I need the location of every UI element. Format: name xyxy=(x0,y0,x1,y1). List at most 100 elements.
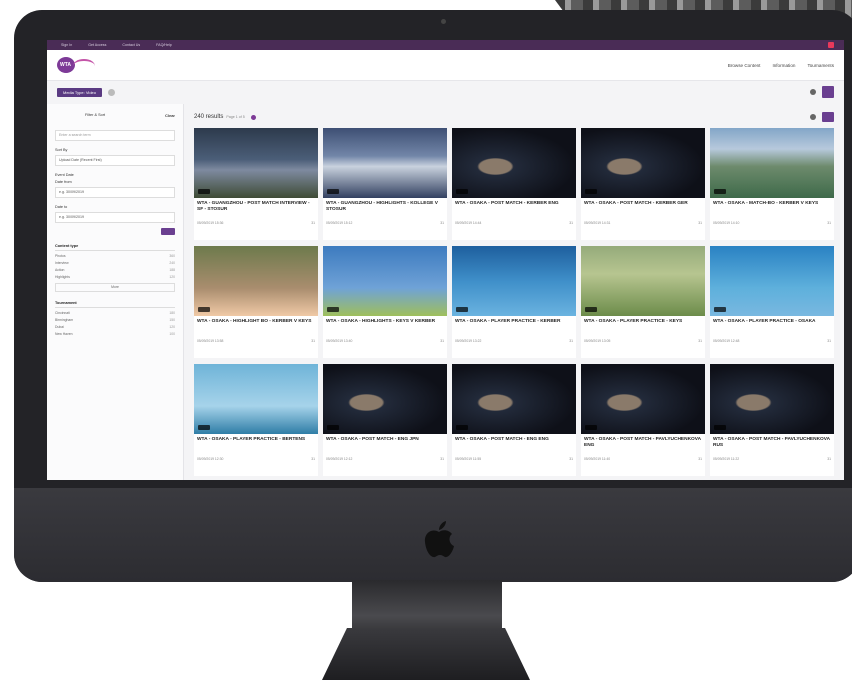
card-title[interactable]: WTA - OSAKA - PLAYER PRACTICE - KEYS xyxy=(581,316,705,337)
card-meta: 05/09/2019 12:48 31 xyxy=(710,337,834,345)
card-title[interactable]: WTA - OSAKA - POST MATCH - KERBER ENG xyxy=(452,198,576,219)
card-title[interactable]: WTA - OSAKA - POST MATCH - PAVLYUCHENKOV… xyxy=(710,434,834,455)
clear-icon[interactable] xyxy=(108,88,115,96)
card-date: 05/09/2019 14:31 xyxy=(584,221,611,225)
card-title[interactable]: WTA - GUANGZHOU - POST MATCH INTERVIEW -… xyxy=(194,198,318,219)
media-type-button[interactable]: Media Type: Video xyxy=(57,87,102,97)
filter-row[interactable]: New Haven 100 xyxy=(55,332,175,336)
video-thumbnail[interactable] xyxy=(710,246,834,316)
card-title[interactable]: WTA - OSAKA - POST MATCH - ENG ENG xyxy=(452,434,576,455)
topbar-link-faq[interactable]: FAQ/Help xyxy=(156,43,172,47)
card-date: 05/09/2019 11:55 xyxy=(455,457,482,461)
media-card[interactable]: WTA - OSAKA - HIGHLIGHTS - KEYS V KERBER… xyxy=(323,246,447,358)
video-thumbnail[interactable] xyxy=(710,364,834,434)
card-title[interactable]: WTA - OSAKA - MATCH-BO - KERBER V KEYS xyxy=(710,198,834,219)
filter-row[interactable]: Interview 240 xyxy=(55,261,175,265)
media-card[interactable]: WTA - OSAKA - PLAYER PRACTICE - BERTENS 0… xyxy=(194,364,318,476)
date-from-input[interactable]: e.g. 30/09/2019 xyxy=(55,187,175,198)
card-title[interactable]: WTA - OSAKA - POST MATCH - ENG JPN xyxy=(323,434,447,455)
search-button[interactable] xyxy=(822,86,834,98)
video-thumbnail[interactable] xyxy=(452,246,576,316)
video-thumbnail[interactable] xyxy=(323,246,447,316)
grid-view-button[interactable] xyxy=(822,112,834,122)
media-card[interactable]: WTA - OSAKA - MATCH-BO - KERBER V KEYS 05… xyxy=(710,128,834,240)
media-card[interactable]: WTA - OSAKA - POST MATCH - KERBER ENG 05/… xyxy=(452,128,576,240)
filter-label: Action xyxy=(55,268,65,272)
info-icon[interactable] xyxy=(250,114,256,120)
topbar-link-contact[interactable]: Contact Us xyxy=(122,43,140,47)
options-icon[interactable] xyxy=(810,89,816,95)
media-card[interactable]: WTA - OSAKA - POST MATCH - ENG ENG 05/09/… xyxy=(452,364,576,476)
card-count: 31 xyxy=(569,457,573,461)
card-title[interactable]: WTA - OSAKA - POST MATCH - PAVLYUCHENKOV… xyxy=(581,434,705,455)
list-view-icon[interactable] xyxy=(810,114,816,120)
filter-row[interactable]: Birmingham 150 xyxy=(55,318,175,322)
card-count: 31 xyxy=(827,457,831,461)
content-type-title[interactable]: Content type xyxy=(55,244,175,251)
card-count: 31 xyxy=(827,221,831,225)
card-title[interactable]: WTA - OSAKA - HIGHLIGHT BO - KERBER V KE… xyxy=(194,316,318,337)
sort-by-select[interactable]: Upload Date (Recent First) xyxy=(55,155,175,166)
filter-count: 188 xyxy=(169,268,175,272)
video-thumbnail[interactable] xyxy=(194,128,318,198)
filter-sidebar: Filter & Sort Clear Enter a search term … xyxy=(47,104,184,480)
card-date: 05/09/2019 13:40 xyxy=(326,339,353,343)
nav-tournaments[interactable]: Tournaments xyxy=(807,63,834,68)
card-date: 05/09/2019 13:58 xyxy=(197,339,224,343)
media-card[interactable]: WTA - OSAKA - POST MATCH - KERBER GER 05/… xyxy=(581,128,705,240)
video-thumbnail[interactable] xyxy=(452,128,576,198)
more-button[interactable]: More xyxy=(55,283,175,292)
media-card[interactable]: WTA - OSAKA - HIGHLIGHT BO - KERBER V KE… xyxy=(194,246,318,358)
card-title[interactable]: WTA - OSAKA - HIGHLIGHTS - KEYS V KERBER xyxy=(323,316,447,337)
media-card[interactable]: WTA - GUANGZHOU - POST MATCH INTERVIEW -… xyxy=(194,128,318,240)
filter-label: Birmingham xyxy=(55,318,74,322)
video-thumbnail[interactable] xyxy=(581,364,705,434)
nav-browse-content[interactable]: Browse Content xyxy=(728,63,761,68)
date-to-input[interactable]: e.g. 30/09/2019 xyxy=(55,212,175,223)
clear-filters-link[interactable]: Clear xyxy=(165,113,175,118)
play-badge-icon xyxy=(456,307,468,312)
filter-row[interactable]: Dubai 120 xyxy=(55,325,175,329)
video-thumbnail[interactable] xyxy=(710,128,834,198)
topbar-link-get-access[interactable]: Get Access xyxy=(88,43,106,47)
card-title[interactable]: WTA - OSAKA - PLAYER PRACTICE - KERBER xyxy=(452,316,576,337)
filter-row[interactable]: Photos 360 xyxy=(55,254,175,258)
media-card[interactable]: WTA - OSAKA - POST MATCH - ENG JPN 05/09/… xyxy=(323,364,447,476)
play-badge-icon xyxy=(198,189,210,194)
media-card[interactable]: WTA - OSAKA - PLAYER PRACTICE - KERBER 05… xyxy=(452,246,576,358)
media-card[interactable]: WTA - OSAKA - PLAYER PRACTICE - KEYS 05/0… xyxy=(581,246,705,358)
topbar-link-sign-in[interactable]: Sign In xyxy=(61,43,72,47)
media-card[interactable]: WTA - OSAKA - POST MATCH - PAVLYUCHENKOV… xyxy=(581,364,705,476)
filter-count: 120 xyxy=(169,275,175,279)
cart-icon[interactable] xyxy=(828,42,834,48)
filter-search-input[interactable]: Enter a search term xyxy=(55,130,175,141)
nav-information[interactable]: Information xyxy=(772,63,795,68)
video-thumbnail[interactable] xyxy=(194,246,318,316)
media-card[interactable]: WTA - OSAKA - PLAYER PRACTICE - OSAKA 05/… xyxy=(710,246,834,358)
video-thumbnail[interactable] xyxy=(452,364,576,434)
card-count: 31 xyxy=(569,339,573,343)
card-title[interactable]: WTA - GUANGZHOU - HIGHLIGHTS - KOLLEGE V… xyxy=(323,198,447,219)
camera-icon xyxy=(441,19,446,24)
card-title[interactable]: WTA - OSAKA - POST MATCH - KERBER GER xyxy=(581,198,705,219)
apply-date-button[interactable] xyxy=(161,228,175,235)
card-title[interactable]: WTA - OSAKA - PLAYER PRACTICE - OSAKA xyxy=(710,316,834,337)
filter-sort-label[interactable]: Filter & Sort xyxy=(85,113,105,117)
video-thumbnail[interactable] xyxy=(323,128,447,198)
video-thumbnail[interactable] xyxy=(194,364,318,434)
card-title[interactable]: WTA - OSAKA - PLAYER PRACTICE - BERTENS xyxy=(194,434,318,455)
media-card[interactable]: WTA - OSAKA - POST MATCH - PAVLYUCHENKOV… xyxy=(710,364,834,476)
video-thumbnail[interactable] xyxy=(323,364,447,434)
filter-row[interactable]: Cincinnati 180 xyxy=(55,311,175,315)
tournament-title[interactable]: Tournament xyxy=(55,301,175,308)
video-thumbnail[interactable] xyxy=(581,128,705,198)
card-date: 05/09/2019 11:22 xyxy=(713,457,740,461)
card-date: 05/09/2019 11:40 xyxy=(584,457,611,461)
video-thumbnail[interactable] xyxy=(581,246,705,316)
filter-row[interactable]: Highlights 120 xyxy=(55,275,175,279)
media-card[interactable]: WTA - GUANGZHOU - HIGHLIGHTS - KOLLEGE V… xyxy=(323,128,447,240)
play-badge-icon xyxy=(714,307,726,312)
filter-row[interactable]: Action 188 xyxy=(55,268,175,272)
filter-label: Interview xyxy=(55,261,69,265)
wta-logo[interactable]: WTA xyxy=(57,54,97,76)
